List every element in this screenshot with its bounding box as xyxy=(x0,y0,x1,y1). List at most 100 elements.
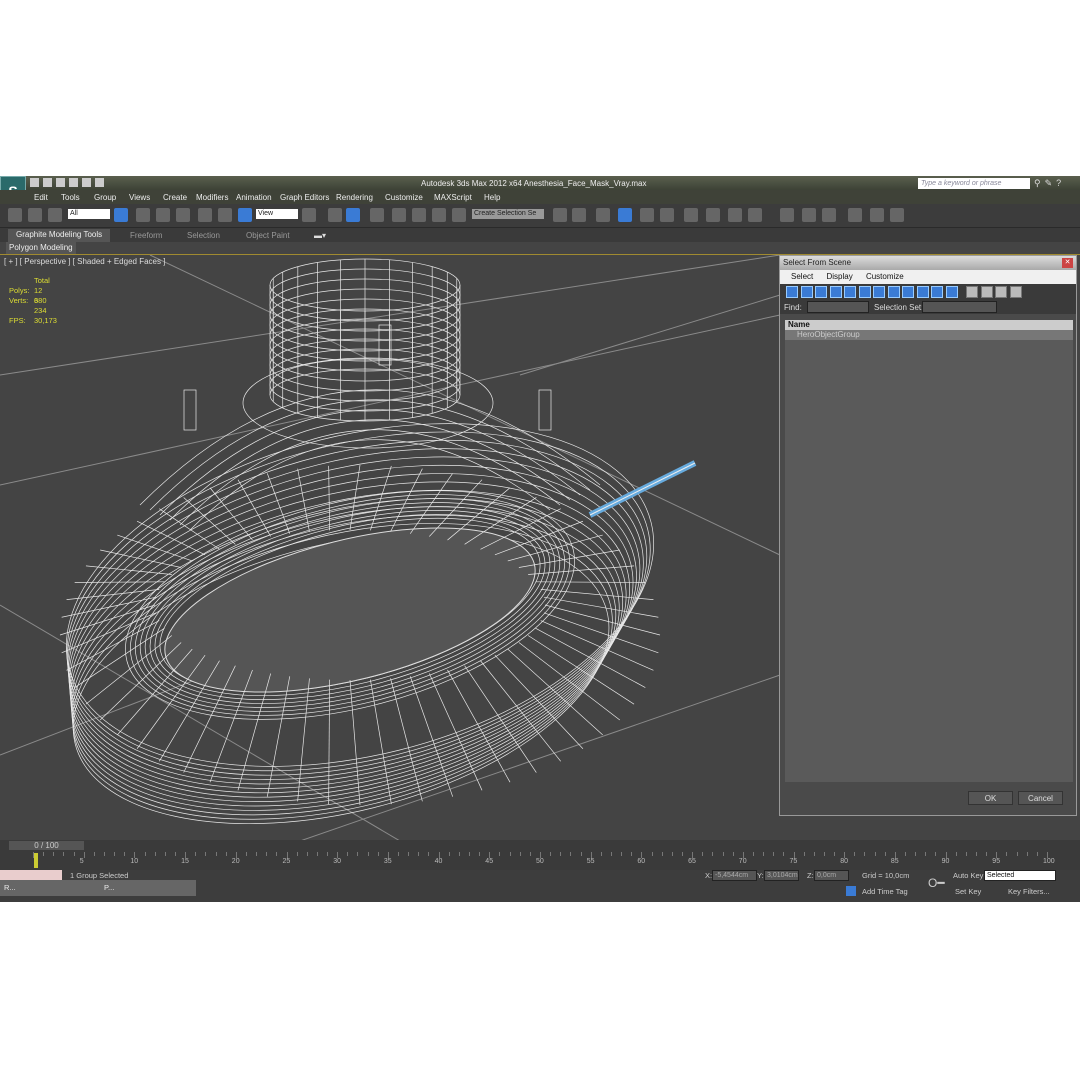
maxscript-listener[interactable] xyxy=(0,870,62,880)
toolbar-button[interactable] xyxy=(136,208,150,222)
toolbar-button[interactable] xyxy=(8,208,22,222)
timeline-ruler[interactable]: 5 10 15 20 25 30 35 40 45 50 55 60 65 70 75 80 85 90 95 100 xyxy=(33,852,1055,870)
toolbar-button[interactable] xyxy=(848,208,862,222)
reference-coordinate-dropdown[interactable]: View xyxy=(256,209,298,219)
toolbar-button[interactable] xyxy=(748,208,762,222)
viewport-label[interactable]: [ + ] [ Perspective ] [ Shaded + Edged F… xyxy=(4,257,165,266)
toolbar-button[interactable] xyxy=(618,208,632,222)
dialog-menu-customize[interactable]: Customize xyxy=(866,272,904,281)
toolbar-button[interactable] xyxy=(176,208,190,222)
menu-edit[interactable]: Edit xyxy=(34,193,48,202)
toolbar-button[interactable] xyxy=(640,208,654,222)
y-coordinate-field[interactable]: 3,0104cm xyxy=(764,870,799,881)
toolbar-button[interactable] xyxy=(553,208,567,222)
help-icon[interactable]: ? xyxy=(1056,178,1061,189)
toolbar-button[interactable] xyxy=(684,208,698,222)
key-icon[interactable]: O━ xyxy=(928,876,945,890)
named-selection-set-dropdown[interactable]: Create Selection Se xyxy=(472,209,544,219)
menu-help[interactable]: Help xyxy=(484,193,500,202)
menu-animation[interactable]: Animation xyxy=(236,193,272,202)
polygon-modeling-panel[interactable]: Polygon Modeling xyxy=(6,242,76,254)
redo-icon[interactable] xyxy=(82,178,91,187)
toolbar-button[interactable] xyxy=(890,208,904,222)
filter-button[interactable] xyxy=(916,286,929,298)
toolbar-button[interactable] xyxy=(706,208,720,222)
filter-button[interactable] xyxy=(980,286,993,298)
x-coordinate-field[interactable]: -5,4544cm xyxy=(712,870,757,881)
filter-button[interactable] xyxy=(844,286,856,298)
new-icon[interactable] xyxy=(30,178,39,187)
filter-button[interactable] xyxy=(945,286,958,298)
z-coordinate-field[interactable]: 0,0cm xyxy=(814,870,849,881)
filter-button[interactable] xyxy=(887,286,900,298)
menu-maxscript[interactable]: MAXScript xyxy=(434,193,472,202)
save-icon[interactable] xyxy=(56,178,65,187)
tab-freeform[interactable]: Freeform xyxy=(130,231,162,240)
time-tag-icon[interactable] xyxy=(846,886,856,896)
time-slider[interactable]: 0 / 100 xyxy=(9,841,84,850)
toolbar-button[interactable] xyxy=(822,208,836,222)
dialog-menu-select[interactable]: Select xyxy=(791,272,813,281)
toolbar-button[interactable] xyxy=(156,208,170,222)
filter-button[interactable] xyxy=(829,286,842,298)
toolbar-button[interactable] xyxy=(392,208,406,222)
cancel-button[interactable]: Cancel xyxy=(1018,791,1063,805)
toolbar-button[interactable] xyxy=(48,208,62,222)
search-input[interactable]: Type a keyword or phrase xyxy=(918,178,1030,189)
key-mode-dropdown[interactable]: Selected xyxy=(984,870,1056,881)
selection-filter-dropdown[interactable]: All xyxy=(68,209,110,219)
close-icon[interactable]: ✕ xyxy=(1062,258,1073,268)
filter-button[interactable] xyxy=(902,286,914,298)
ribbon-options-icon[interactable]: ▬▾ xyxy=(314,231,326,240)
project-icon[interactable] xyxy=(95,178,104,187)
toolbar-button[interactable] xyxy=(802,208,816,222)
toolbar-button[interactable] xyxy=(328,208,342,222)
menu-create[interactable]: Create xyxy=(163,193,187,202)
toolbar-button[interactable] xyxy=(728,208,742,222)
menu-rendering[interactable]: Rendering xyxy=(336,193,373,202)
filter-button[interactable] xyxy=(1009,286,1022,298)
toolbar-button[interactable] xyxy=(198,208,212,222)
minimized-window[interactable]: P... xyxy=(104,883,114,892)
tab-graphite-modeling-tools[interactable]: Graphite Modeling Tools xyxy=(8,229,111,242)
list-item[interactable]: HeroObjectGroup xyxy=(785,330,1073,340)
column-header-name[interactable]: Name xyxy=(785,320,1073,330)
toolbar-button[interactable] xyxy=(28,208,42,222)
tab-selection[interactable]: Selection xyxy=(187,231,220,240)
ok-button[interactable]: OK xyxy=(968,791,1013,805)
wrench-icon[interactable]: ✎ xyxy=(1045,178,1053,189)
toolbar-button[interactable] xyxy=(218,208,232,222)
toolbar-button[interactable] xyxy=(452,208,466,222)
filter-button[interactable] xyxy=(966,286,978,298)
dialog-menu-display[interactable]: Display xyxy=(826,272,852,281)
toolbar-button[interactable] xyxy=(346,208,360,222)
tab-object-paint[interactable]: Object Paint xyxy=(246,231,290,240)
menu-views[interactable]: Views xyxy=(129,193,150,202)
add-time-tag-button[interactable]: Add Time Tag xyxy=(862,887,908,896)
filter-button[interactable] xyxy=(815,286,827,298)
menu-customize[interactable]: Customize xyxy=(385,193,423,202)
filter-button[interactable] xyxy=(786,286,798,298)
binoculars-icon[interactable]: ⚲ xyxy=(1034,178,1041,189)
find-input[interactable] xyxy=(807,301,869,313)
filter-button[interactable] xyxy=(931,286,943,298)
toolbar-button[interactable] xyxy=(596,208,610,222)
key-filters-button[interactable]: Key Filters... xyxy=(1008,887,1050,896)
undo-icon[interactable] xyxy=(69,178,78,187)
filter-button[interactable] xyxy=(858,286,871,298)
filter-button[interactable] xyxy=(995,286,1007,298)
toolbar-button[interactable] xyxy=(432,208,446,222)
menu-modifiers[interactable]: Modifiers xyxy=(196,193,228,202)
set-key-button[interactable]: Set Key xyxy=(955,887,981,896)
auto-key-button[interactable]: Auto Key xyxy=(953,871,983,880)
filter-button[interactable] xyxy=(800,286,813,298)
toolbar-button[interactable] xyxy=(572,208,586,222)
toolbar-button[interactable] xyxy=(370,208,384,222)
toolbar-button[interactable] xyxy=(660,208,674,222)
toolbar-button[interactable] xyxy=(114,208,128,222)
minimized-window[interactable]: R... xyxy=(4,883,16,892)
toolbar-button[interactable] xyxy=(302,208,316,222)
menu-tools[interactable]: Tools xyxy=(61,193,80,202)
toolbar-button[interactable] xyxy=(412,208,426,222)
toolbar-button[interactable] xyxy=(780,208,794,222)
